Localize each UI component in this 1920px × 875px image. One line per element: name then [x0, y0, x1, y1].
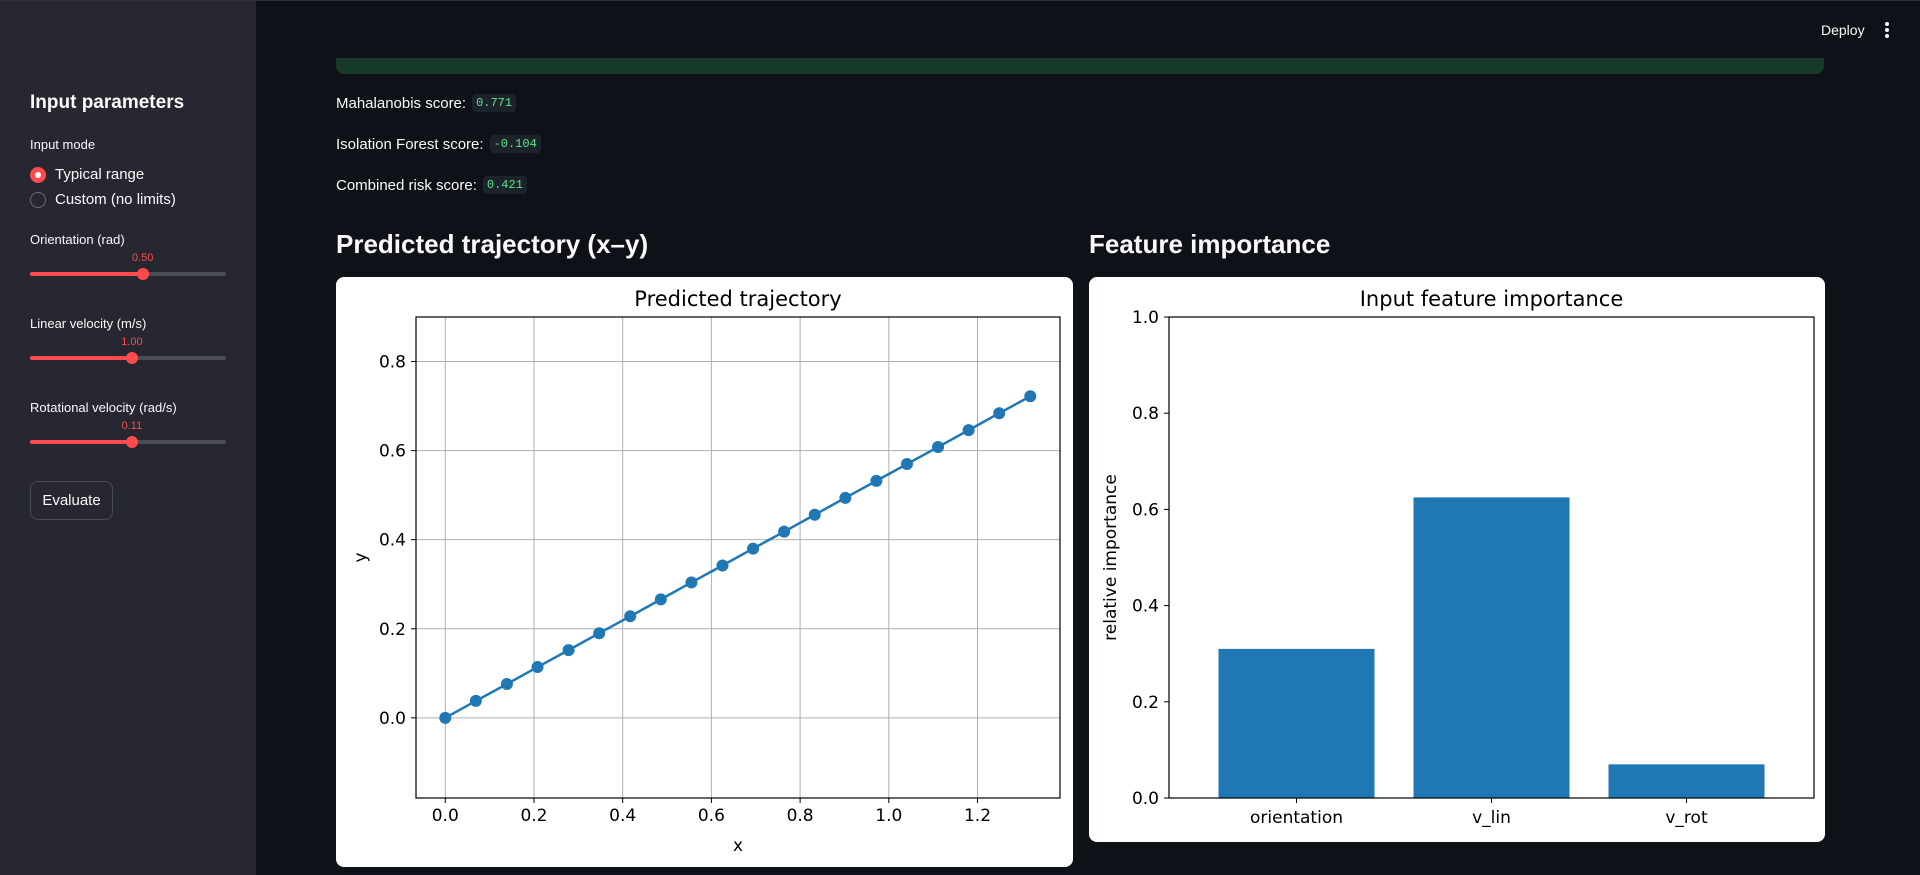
y-axis-label: relative importance [1101, 474, 1121, 641]
slider-value: 0.11 [121, 420, 143, 432]
x-tick-label: 0.6 [698, 806, 725, 826]
score-label: Mahalanobis score: [336, 94, 467, 112]
importance-bar [1218, 648, 1375, 798]
importance-heading: Feature importance [1089, 229, 1331, 259]
success-alert [336, 58, 1824, 74]
trajectory-chart: 0.0 0.2 0.4 0.6 0.8 1.0 1.2 0.0 0.2 0.4 0.6 0.8 Pred… [351, 287, 1061, 856]
combined-risk-score: Combined risk score: 0.421 [336, 176, 527, 194]
trajectory-point [716, 559, 729, 572]
trajectory-point [685, 576, 698, 589]
slider-thumb[interactable] [136, 268, 149, 280]
y-tick-label: 0.8 [1132, 404, 1159, 424]
trajectory-point [932, 441, 945, 454]
x-tick-label: 0.4 [609, 806, 636, 826]
y-tick-label: 0.2 [1132, 693, 1159, 713]
slider-track[interactable] [30, 436, 226, 448]
trajectory-heading: Predicted trajectory (x–y) [336, 229, 649, 259]
y-tick-label: 0.6 [379, 442, 406, 462]
slider-fill [30, 440, 132, 444]
score-label: Isolation Forest score: [336, 135, 484, 153]
trajectory-point [839, 491, 852, 504]
y-tick-label: 0.0 [379, 709, 406, 729]
trajectory-point [808, 508, 821, 521]
score-label: Combined risk score: [336, 176, 477, 194]
trajectory-point [654, 593, 667, 606]
linear-velocity-label: Linear velocity (m/s) [30, 316, 147, 331]
slider-track[interactable] [30, 352, 226, 364]
trajectory-point [624, 610, 637, 623]
slider-value: 0.50 [131, 252, 154, 264]
slider-fill [30, 272, 143, 276]
score-value: 0.771 [472, 94, 517, 112]
y-tick-label: 0.0 [1132, 789, 1159, 809]
sidebar: Input parameters Input mode Typical rang… [0, 0, 256, 875]
radio-typical-range[interactable]: Typical range [30, 166, 144, 183]
radio-custom[interactable]: Custom (no limits) [30, 191, 176, 208]
isolation-forest-score: Isolation Forest score: -0.104 [336, 135, 541, 153]
slider-track[interactable] [30, 268, 226, 280]
chart-title: Predicted trajectory [634, 287, 841, 311]
slider-value: 1.00 [121, 336, 143, 348]
radio-label: Typical range [55, 166, 145, 183]
trajectory-point [531, 661, 544, 674]
orientation-slider[interactable]: 0.50 [30, 252, 226, 282]
x-tick-label: v_lin [1472, 808, 1511, 828]
x-tick-label: 1.2 [964, 806, 991, 826]
trajectory-chart-card: 0.0 0.2 0.4 0.6 0.8 1.0 1.2 0.0 0.2 0.4 0.6 0.8 Pred… [336, 277, 1073, 867]
importance-bar [1608, 764, 1765, 798]
trajectory-point [469, 694, 482, 707]
trajectory-point [962, 424, 975, 437]
trajectory-point [747, 542, 760, 555]
chart-title: Input feature importance [1360, 287, 1624, 311]
slider-fill [30, 356, 132, 360]
slider-thumb[interactable] [125, 352, 138, 364]
trajectory-point [870, 474, 883, 487]
x-axis-label: x [733, 836, 743, 856]
y-tick-label: 0.6 [1132, 500, 1159, 520]
rotational-velocity-slider[interactable]: 0.11 [30, 420, 226, 450]
radio-label: Custom (no limits) [55, 191, 176, 208]
deploy-button[interactable]: Deploy [1821, 22, 1865, 38]
trajectory-point [562, 644, 575, 657]
trajectory-point [593, 627, 606, 640]
orientation-label: Orientation (rad) [30, 232, 125, 247]
sidebar-title: Input parameters [30, 92, 185, 113]
score-value: 0.421 [482, 176, 527, 194]
trajectory-point [900, 457, 913, 470]
score-value: -0.104 [489, 135, 541, 153]
importance-chart: 0.0 0.2 0.4 0.6 0.8 1.0 orientation v_lin v_rot I… [1101, 287, 1815, 828]
slider-thumb[interactable] [125, 436, 138, 448]
x-tick-label: v_rot [1665, 808, 1708, 828]
radio-unselected-icon [30, 191, 46, 208]
y-tick-label: 1.0 [1132, 308, 1159, 328]
y-tick-label: 0.4 [379, 531, 406, 551]
mahalanobis-score: Mahalanobis score: 0.771 [336, 94, 517, 112]
x-tick-label: 0.0 [432, 806, 459, 826]
header-divider [0, 0, 1920, 1]
y-tick-label: 0.4 [1132, 597, 1159, 617]
rotational-velocity-label: Rotational velocity (rad/s) [30, 400, 177, 415]
radio-selected-icon [30, 166, 46, 183]
trajectory-point [1024, 390, 1037, 403]
vertical-ellipsis-icon[interactable] [1882, 22, 1892, 38]
x-tick-label: 0.2 [520, 806, 547, 826]
y-axis-label: y [351, 552, 371, 562]
evaluate-button[interactable]: Evaluate [30, 481, 113, 520]
y-tick-label: 0.2 [379, 620, 406, 640]
trajectory-point [439, 711, 452, 724]
x-tick-label: orientation [1250, 808, 1343, 828]
importance-chart-card: 0.0 0.2 0.4 0.6 0.8 1.0 orientation v_lin v_rot I… [1089, 277, 1825, 842]
x-tick-label: 1.0 [875, 806, 902, 826]
trajectory-point [778, 525, 791, 538]
y-tick-label: 0.8 [379, 353, 406, 373]
trajectory-point [993, 407, 1006, 420]
x-tick-label: 0.8 [787, 806, 814, 826]
linear-velocity-slider[interactable]: 1.00 [30, 336, 226, 366]
importance-bar [1413, 497, 1570, 798]
input-mode-label: Input mode [30, 137, 96, 152]
trajectory-point [500, 677, 513, 690]
